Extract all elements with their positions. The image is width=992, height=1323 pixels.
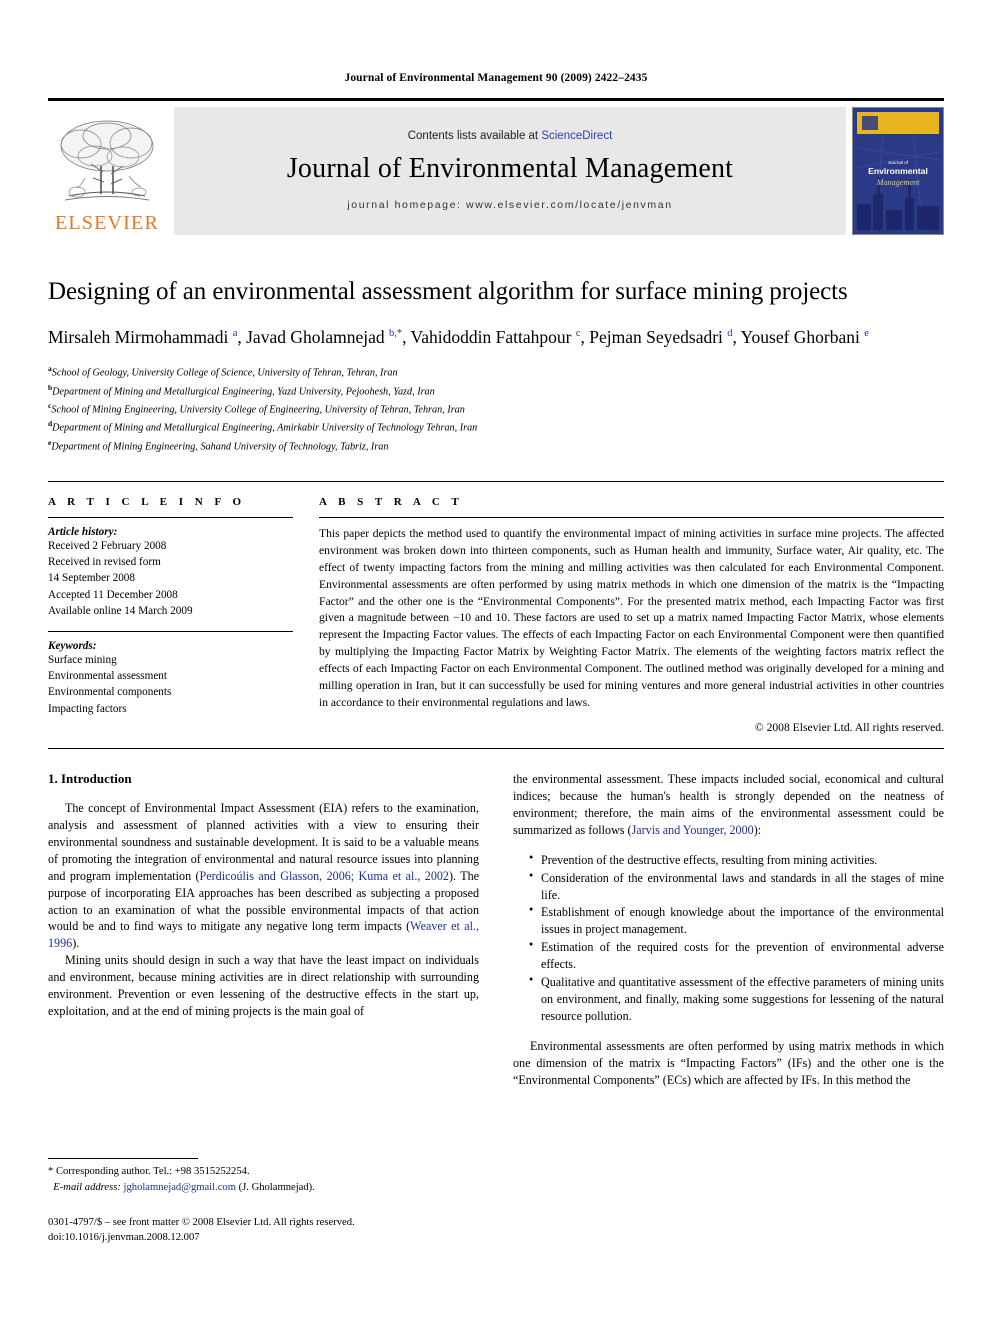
keywords-rule [48,631,293,632]
journal-band: Contents lists available at ScienceDirec… [174,107,846,235]
running-head: Journal of Environmental Management 90 (… [344,72,648,84]
history-item-0: Received 2 February 2008 [48,539,167,552]
doi-line: doi:10.1016/j.jenvman.2008.12.007 [48,1232,200,1244]
author-list: Mirsaleh Mirmohammadi a, Javad Gholamnej… [48,326,869,347]
intro-p1-part-c: ). [72,936,80,951]
affiliation-e: eDepartment of Mining Engineering, Sahan… [48,437,944,455]
journal-title: Journal of Environmental Management [286,152,734,184]
email-link[interactable]: jgholamnejad@gmail.com [124,1182,236,1193]
svg-text:Management: Management [876,178,920,187]
history-item-2: 14 September 2008 [48,572,135,585]
affiliation-b: bDepartment of Mining and Metallurgical … [48,382,944,400]
intro-paragraph-2: Mining units should design in such a way… [48,953,479,1019]
affiliation-text-c: School of Mining Engineering, University… [51,404,465,416]
paper-page: Journal of Environmental Management 90 (… [0,0,992,1323]
svg-text:Journal of: Journal of [888,160,909,165]
contents-prefix: Contents lists available at [407,129,542,142]
corresponding-author-footnote: * Corresponding author. Tel.: +98 351525… [48,1158,458,1195]
paper-title: Designing of an environmental assessment… [48,278,848,305]
history-item-4: Available online 14 March 2009 [48,604,193,617]
corresponding-author-line: * Corresponding author. Tel.: +98 351525… [48,1166,250,1177]
abstract-column: A B S T R A C T This paper depicts the m… [319,496,944,734]
svg-text:Environmental: Environmental [868,166,928,176]
journal-masthead: ELSEVIER Contents lists available at Sci… [48,98,944,235]
history-item-1: Received in revised form [48,556,161,569]
elsevier-logo: ELSEVIER [48,107,166,235]
article-info-heading: A R T I C L E I N F O [48,495,246,508]
abstract-heading: A B S T R A C T [319,495,464,508]
abstract-rule [319,516,944,518]
email-owner: (J. Gholamnejad). [235,1181,315,1193]
article-info-column: A R T I C L E I N F O Article history: R… [48,496,293,734]
email-line: E-mail address: jgholamnejad@gmail.com (… [48,1180,458,1196]
affiliation-a: aSchool of Geology, University College o… [48,363,944,381]
body-columns: 1. Introduction The concept of Environme… [48,771,944,1089]
elsevier-tree-icon [60,120,154,201]
abstract-text: This paper depicts the method used to qu… [319,526,944,710]
intro-paragraph-1: The concept of Environmental Impact Asse… [48,800,479,952]
keyword-0: Surface mining [48,654,117,666]
journal-cover-art: Journal of Environmental Management [853,108,943,234]
keyword-1: Environmental assessment [48,670,167,683]
abstract-copyright: © 2008 Elsevier Ltd. All rights reserved… [754,720,944,734]
abstract-bottom-rule [48,747,944,749]
title-block: Designing of an environmental assessment… [48,277,944,455]
imprint-block: 0301-4797/$ – see front matter © 2008 El… [48,1215,508,1245]
keyword-3: Impacting factors [48,702,127,715]
intro-p3-part-b: ): [753,822,762,837]
email-address-label: E-mail address: [53,1181,121,1193]
list-item: Establishment of enough knowledge about … [529,903,944,938]
affiliation-c: cSchool of Mining Engineering, Universit… [48,400,944,418]
affiliation-text-b: Department of Mining and Metallurgical E… [52,386,435,398]
list-item: Prevention of the destructive effects, r… [529,851,944,869]
introduction-heading: 1. Introduction [48,770,132,786]
intro-paragraph-3: the environmental assessment. These impa… [513,771,944,839]
keywords-label: Keywords: [48,640,97,652]
affiliation-text-e: Department of Mining Engineering, Sahand… [51,440,389,452]
journal-homepage-link[interactable]: journal homepage: www.elsevier.com/locat… [347,199,672,211]
issn-front-matter: 0301-4797/$ – see front matter © 2008 El… [48,1217,355,1228]
intro-paragraph-4: Environmental assessments are often perf… [513,1038,944,1087]
sciencedirect-link[interactable]: ScienceDirect [541,130,612,142]
aims-list: Prevention of the destructive effects, r… [513,851,944,1025]
contents-available-line: Contents lists available at ScienceDirec… [408,130,613,142]
affiliation-d: dDepartment of Mining and Metallurgical … [48,418,944,436]
keyword-2: Environmental components [48,686,172,699]
history-item-3: Accepted 11 December 2008 [48,588,178,601]
list-item: Qualitative and quantitative assessment … [529,973,944,1025]
list-item: Consideration of the environmental laws … [529,869,944,904]
citation-perdicoulis[interactable]: Perdicoúlis and Glasson, 2006; Kuma et a… [200,869,449,883]
info-abstract-row: A R T I C L E I N F O Article history: R… [48,480,944,734]
affiliation-text-d: Department of Mining and Metallurgical E… [52,422,478,434]
elsevier-wordmark: ELSEVIER [54,212,160,234]
body-column-left: 1. Introduction The concept of Environme… [48,771,479,1089]
citation-jarvis[interactable]: Jarvis and Younger, 2000 [632,823,754,837]
article-history-label: Article history: [48,525,118,538]
article-info-rule [48,516,293,518]
journal-cover-thumbnail: Journal of Environmental Management [852,107,944,235]
affiliation-list: aSchool of Geology, University College o… [48,363,944,454]
footnote-rule [48,1158,198,1159]
body-column-right: the environmental assessment. These impa… [513,771,944,1089]
list-item: Estimation of the required costs for the… [529,938,944,973]
affiliation-text-a: School of Geology, University College of… [51,367,398,379]
